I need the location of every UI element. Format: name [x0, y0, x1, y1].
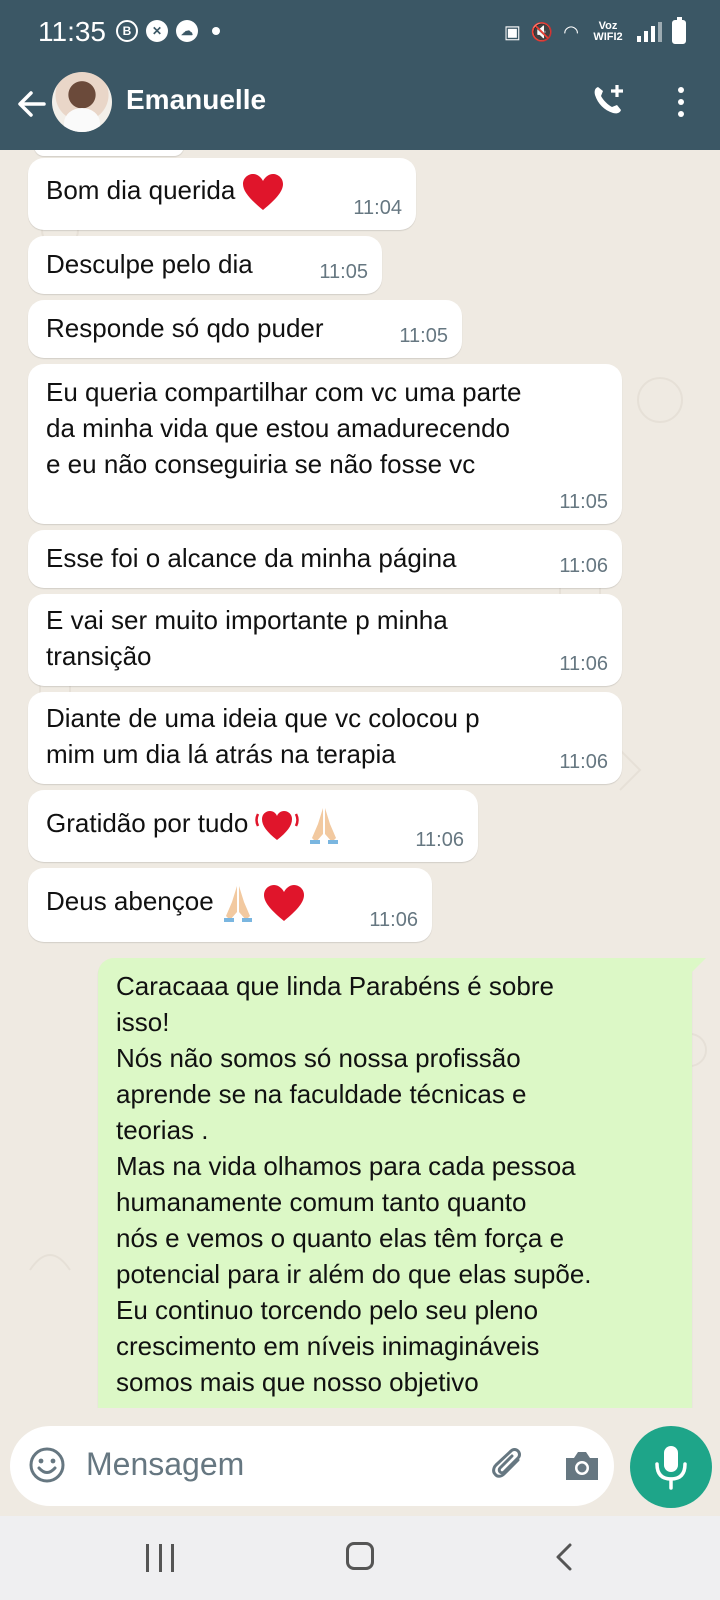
status-bar: 11:35 B ✕ ☁ ▣ 🔇 ◠ Voz WIFI2: [0, 0, 720, 64]
microphone-icon: [655, 1446, 687, 1490]
message-time: 11:06: [559, 555, 608, 577]
message-bubble-partial: [34, 150, 184, 156]
message-time: 11:06: [415, 829, 464, 851]
contact-name[interactable]: Emanuelle: [126, 84, 266, 116]
message-time: 11:05: [319, 261, 368, 283]
battery-saver-icon: ▣: [503, 21, 521, 42]
more-options-icon[interactable]: [666, 84, 696, 120]
mute-icon: 🔇: [530, 21, 554, 42]
notification-icon: ✕: [146, 20, 168, 42]
message-bubble[interactable]: E vai ser muito importante p minha trans…: [28, 594, 622, 686]
message-text: Eu queria compartilhar com vc uma parte …: [46, 377, 522, 479]
message-bubble[interactable]: Responde só qdo puder 11:05: [28, 300, 462, 358]
message-composer[interactable]: Mensagem: [10, 1426, 614, 1506]
add-call-icon[interactable]: [590, 82, 626, 118]
signal-icon: [637, 22, 662, 42]
chat-header: Emanuelle: [0, 64, 720, 150]
message-text: Deus abençoe: [46, 882, 306, 924]
attach-icon[interactable]: [490, 1446, 530, 1486]
message-text: Desculpe pelo dia: [46, 249, 253, 279]
b-notification-icon: B: [116, 20, 138, 42]
message-time: 11:04: [353, 197, 402, 219]
message-text: Esse foi o alcance da minha página: [46, 543, 457, 573]
battery-icon: [672, 17, 686, 44]
status-time: 11:35: [38, 16, 106, 47]
network-label: Voz WIFI2: [593, 20, 623, 43]
back-arrow-icon[interactable]: [14, 86, 50, 122]
message-bubble[interactable]: Esse foi o alcance da minha página 11:06: [28, 530, 622, 588]
message-text: Bom dia querida: [46, 172, 285, 212]
chat-area[interactable]: Bom dia querida 11:04 Desculpe pelo dia …: [0, 150, 720, 1408]
home-icon[interactable]: [346, 1542, 374, 1570]
red-heart-emoji: [263, 885, 304, 921]
system-icons: ▣ 🔇 ◠ Voz WIFI2: [503, 17, 686, 44]
praying-hands-emoji: [310, 808, 339, 844]
message-bubble[interactable]: Gratidão por tudo 11:06: [28, 790, 478, 862]
more-notifications-icon: [212, 27, 220, 35]
notification-icons: B ✕ ☁: [116, 20, 220, 42]
message-text: Responde só qdo puder: [46, 313, 324, 343]
message-bubble[interactable]: Bom dia querida 11:04: [28, 158, 416, 230]
message-time: 11:06: [559, 653, 608, 675]
camera-icon[interactable]: [562, 1448, 602, 1484]
red-heart-emoji: [243, 174, 284, 211]
cloud-notification-icon: ☁: [176, 20, 198, 42]
contact-avatar[interactable]: [52, 72, 112, 132]
wifi-icon: ◠: [563, 21, 579, 42]
message-text: Caracaaa que linda Parabéns é sobre isso…: [116, 971, 592, 1397]
message-text: Gratidão por tudo: [46, 804, 342, 846]
outgoing-message-bubble[interactable]: Caracaaa que linda Parabéns é sobre isso…: [98, 958, 706, 1408]
voice-message-button[interactable]: [630, 1426, 712, 1508]
message-bubble[interactable]: Diante de uma ideia que vc colocou p mim…: [28, 692, 622, 784]
system-navigation-bar: [0, 1516, 720, 1600]
praying-hands-emoji: [223, 886, 252, 922]
nav-back-icon[interactable]: [552, 1542, 576, 1572]
message-time: 11:06: [369, 909, 418, 931]
bubble-tail: [690, 958, 706, 974]
message-input[interactable]: Mensagem: [86, 1446, 244, 1483]
message-text: E vai ser muito importante p minha trans…: [46, 605, 448, 671]
recent-apps-icon[interactable]: [146, 1544, 174, 1572]
vibrating-heart-emoji: [255, 811, 300, 840]
message-text: Diante de uma ideia que vc colocou p mim…: [46, 703, 480, 769]
message-bubble[interactable]: Desculpe pelo dia 11:05: [28, 236, 382, 294]
message-time: 11:05: [559, 491, 608, 513]
message-bubble[interactable]: Eu queria compartilhar com vc uma parte …: [28, 364, 622, 524]
emoji-icon[interactable]: [28, 1446, 66, 1484]
message-bubble[interactable]: Deus abençoe 11:06: [28, 868, 432, 942]
message-time: 11:06: [559, 751, 608, 773]
message-time: 11:05: [399, 325, 448, 347]
